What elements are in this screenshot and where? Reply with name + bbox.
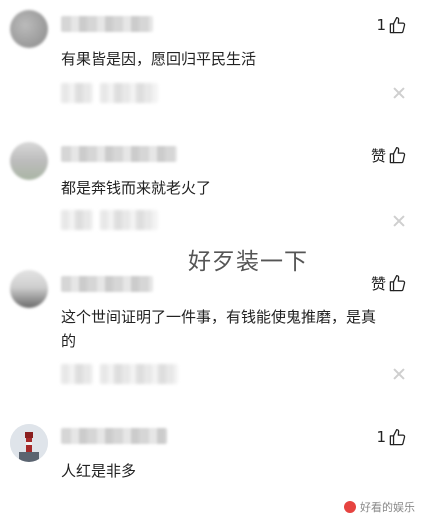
comment-item: 赞 都是奔钱而来就老火了 bbox=[0, 130, 421, 260]
avatar[interactable] bbox=[10, 142, 48, 180]
avatar[interactable] bbox=[10, 10, 48, 48]
avatar[interactable] bbox=[10, 424, 48, 462]
comment-item: 1 有果皆是因，愿回归平民生活 bbox=[0, 0, 421, 130]
avatar[interactable] bbox=[10, 270, 48, 308]
thumbs-up-icon bbox=[389, 146, 406, 163]
thumbs-up-icon bbox=[389, 274, 406, 291]
username-redacted bbox=[61, 146, 177, 162]
close-icon[interactable] bbox=[393, 215, 405, 227]
lighthouse-icon bbox=[10, 424, 48, 462]
thumbs-up-icon bbox=[389, 428, 406, 445]
comment-meta-redacted bbox=[61, 83, 93, 103]
close-icon[interactable] bbox=[393, 368, 405, 380]
comment-meta-redacted bbox=[61, 364, 93, 384]
like-count: 1 bbox=[376, 428, 386, 446]
username-redacted bbox=[61, 428, 167, 444]
like-label: 赞 bbox=[370, 146, 386, 165]
comment-meta-redacted bbox=[61, 210, 93, 230]
comment-item: 赞 这个世间证明了一件事，有钱能使鬼推磨，是真 的 bbox=[0, 260, 421, 410]
like-button[interactable]: 1 bbox=[376, 426, 407, 448]
comment-meta-redacted bbox=[100, 83, 158, 103]
like-button[interactable]: 1 bbox=[376, 14, 407, 36]
comment-meta-redacted bbox=[100, 364, 178, 384]
comment-meta-redacted bbox=[100, 210, 158, 230]
source-watermark: 好看的娱乐 bbox=[344, 499, 415, 515]
thumbs-up-icon bbox=[389, 16, 406, 33]
comment-text-line: 这个世间证明了一件事，有钱能使鬼推磨，是真 bbox=[61, 308, 377, 326]
comment-text: 有果皆是因，愿回归平民生活 bbox=[61, 50, 257, 68]
username-redacted bbox=[61, 16, 153, 32]
like-button[interactable]: 赞 bbox=[371, 144, 407, 166]
like-count: 1 bbox=[376, 16, 386, 34]
source-logo-icon bbox=[344, 501, 356, 513]
like-label: 赞 bbox=[370, 274, 386, 293]
comment-text: 都是奔钱而来就老火了 bbox=[61, 179, 212, 197]
like-button[interactable]: 赞 bbox=[371, 272, 407, 294]
username-redacted bbox=[61, 276, 153, 292]
close-icon[interactable] bbox=[393, 87, 405, 99]
comment-text: 人红是非多 bbox=[61, 462, 137, 480]
source-watermark-text: 好看的娱乐 bbox=[360, 501, 415, 514]
comment-text-line: 的 bbox=[61, 332, 77, 350]
